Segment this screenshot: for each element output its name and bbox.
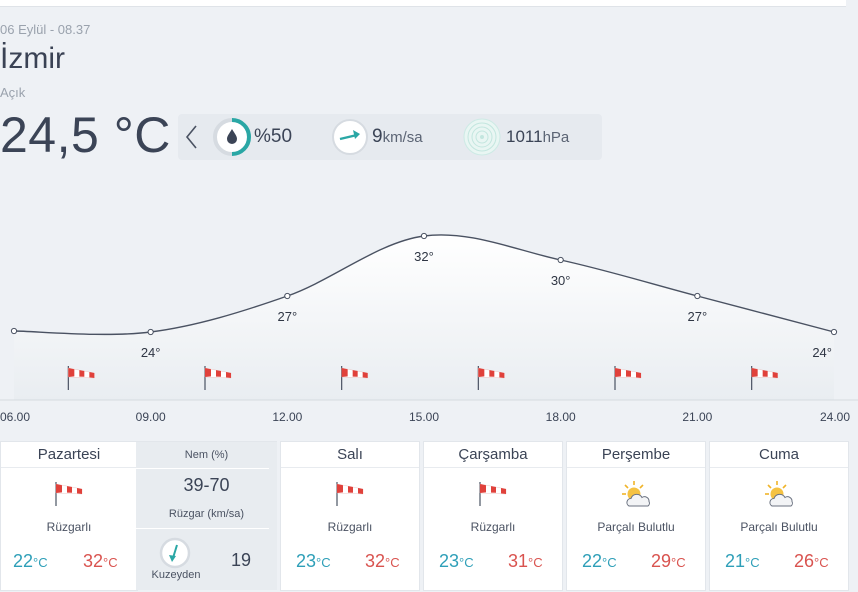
partly-cloudy-icon [765,481,793,507]
forecast-low: 23°C [296,551,331,571]
temperature-label: 24° [141,345,161,360]
forecast-high: 32°C [83,551,118,571]
current-temperature: 24,5 °C [0,107,171,163]
wind-speed: 19 [230,550,252,570]
temperature-label: 32° [414,249,434,264]
x-tick-label: 12.00 [272,410,302,424]
forecast-card-3[interactable]: Perşembe Parçalı Bulutlu 22°C 29°C [566,441,706,591]
wind-metric: 9 km/sa [330,117,423,157]
forecast-desc: Rüzgarlı [46,520,92,534]
wind-direction-icon [159,537,191,569]
top-panel-edge [0,0,846,7]
forecast-high: 26°C [794,551,829,571]
x-tick-label: 09.00 [136,410,166,424]
forecast-high: 32°C [365,551,400,571]
humidity-metric: %50 [212,117,292,157]
humidity-value: 50 [270,126,293,147]
current-datetime: 06 Eylül - 08.37 [0,22,91,37]
forecast-low: 22°C [13,551,48,571]
temperature-point [147,328,154,336]
wind-direction: Kuzeyden [151,569,201,581]
x-tick-label: 24.00 [820,410,850,424]
wind-value: 9 [372,126,383,147]
temperature-point [830,328,838,336]
temperature-point [10,327,18,335]
forecast-card-1[interactable]: Salı Rüzgarlı 23°C 32°C [280,441,420,591]
pressure-icon [463,118,501,156]
wind-unit: km/sa [382,128,423,146]
windsock-icon [336,481,364,507]
humidity-label: Nem (%) [184,449,229,461]
forecast-card-4[interactable]: Cuma Parçalı Bulutlu 21°C 26°C [709,441,849,591]
city-name: İzmir [0,42,65,75]
x-tick-label: 18.00 [546,410,576,424]
temperature-label: 24° [812,345,832,360]
x-tick-label: 21.00 [682,410,712,424]
forecast-desc: Rüzgarlı [327,520,373,534]
temperature-label: 27° [687,309,707,324]
windsock-icon [55,481,83,507]
temperature-point [694,292,701,300]
forecast-low: 22°C [582,551,617,571]
forecast-card-today[interactable]: Pazartesi Rüzgarlı 22°C 32°C [0,441,138,591]
x-tick-label: 06.00 [0,410,30,424]
current-condition: Açık [0,85,26,100]
humidity-range: 39-70 [183,475,230,495]
pressure-metric: 1011 hPa [462,117,569,157]
forecast-desc: Parçalı Bulutlu [740,520,818,534]
temperature-label: 30° [551,273,571,288]
forecast-high: 31°C [508,551,543,571]
humidity-prefix: % [254,126,271,147]
temperature-point [284,292,291,300]
wind-direction-icon [332,119,368,155]
pressure-value: 1011 [506,127,543,146]
forecast-desc: Parçalı Bulutlu [597,520,675,534]
forecast-low: 21°C [725,551,760,571]
temperature-point [557,256,564,264]
forecast-low: 23°C [439,551,474,571]
daily-forecast: Pazartesi Rüzgarlı 22°C 32°C Nem (%) 39-… [0,441,858,592]
forecast-day: Perşembe [601,446,671,463]
wind-label: Rüzgar (km/sa) [168,508,245,520]
forecast-high: 29°C [651,551,686,571]
windsock-icon [479,481,507,507]
forecast-day: Cuma [758,446,799,463]
forecast-day: Salı [337,446,363,463]
forecast-day: Çarşamba [458,446,528,463]
humidity-gauge-icon [213,118,251,156]
chevron-left-icon[interactable] [184,122,200,152]
partly-cloudy-icon [622,481,650,507]
hourly-temperature-chart: 24° 27° 32° 30° 27° 24° 06.00 09.00 12.00 15.00 18… [0,232,858,424]
forecast-card-2[interactable]: Çarşamba Rüzgarlı 23°C 31°C [423,441,563,591]
x-tick-label: 15.00 [409,410,439,424]
today-details-panel: Nem (%) 39-70 Rüzgar (km/sa) Kuzeyden 19 [136,441,277,590]
forecast-day: Pazartesi [37,446,101,463]
pressure-unit: hPa [542,128,570,146]
forecast-desc: Rüzgarlı [470,520,516,534]
temperature-point [420,232,428,240]
temperature-label: 27° [277,309,297,324]
